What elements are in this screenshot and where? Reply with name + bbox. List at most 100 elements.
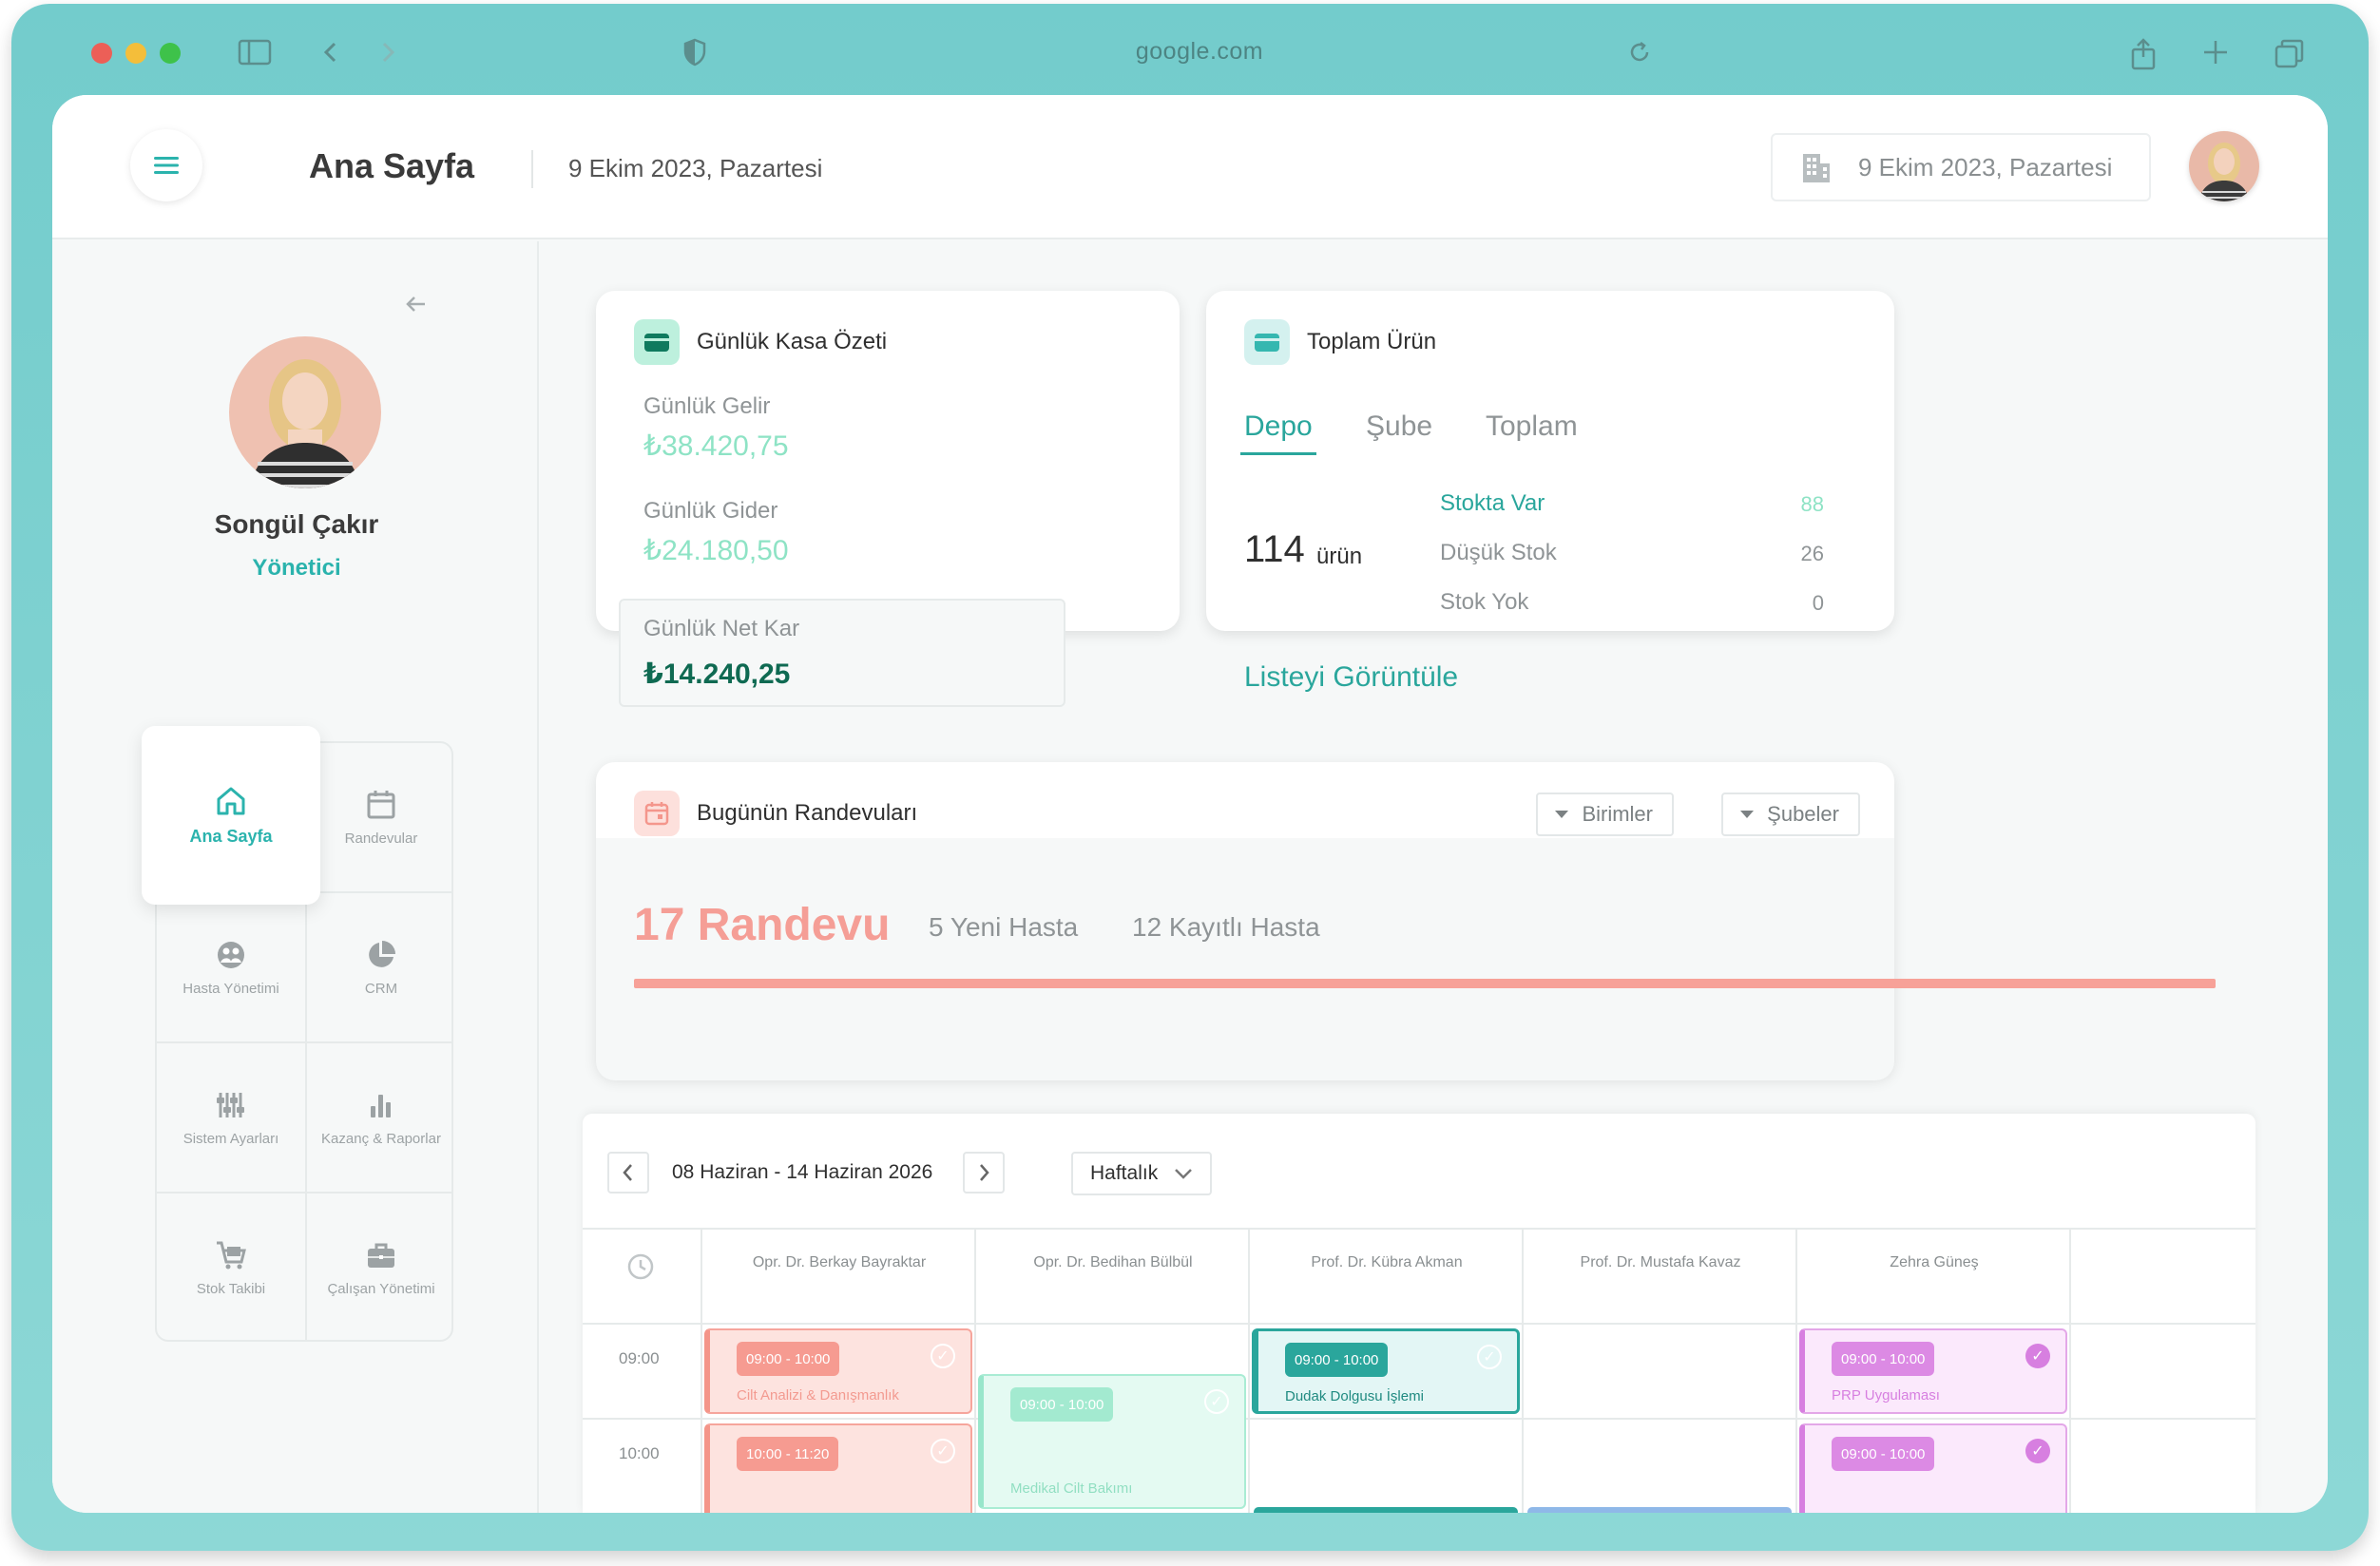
nav-item-label: Hasta Yönetimi (182, 980, 279, 997)
nav-item-label: CRM (364, 980, 398, 997)
back-arrow-icon[interactable] (321, 38, 340, 72)
browser-window: google.com Ana Sayfa 9 Ekim 2023, Pazart… (11, 4, 2369, 1551)
low-stock-value: 26 (1800, 542, 1824, 565)
sidebar: Songül Çakır Yönetici Ana Sayfa Randevul… (52, 241, 539, 1513)
sidebar-toggle-icon[interactable] (238, 38, 272, 72)
stock-available-value: 88 (1800, 492, 1824, 516)
net-profit-box: Günlük Net Kar ₺14.240,25 (619, 599, 1065, 707)
doctor-column-header: Opr. Dr. Bedihan Bülbül (1033, 1254, 1193, 1270)
share-icon[interactable] (2129, 38, 2158, 76)
tab-toplam[interactable]: Toplam (1486, 411, 1578, 443)
chevron-down-icon (1175, 1169, 1193, 1179)
collapse-sidebar-icon[interactable] (404, 291, 429, 320)
cart-icon (217, 1241, 246, 1269)
prev-week-button[interactable] (607, 1152, 649, 1194)
units-filter[interactable]: Birimler (1536, 793, 1674, 836)
event-time: 09:00 - 10:00 (1832, 1437, 1935, 1471)
profile-name: Songül Çakır (214, 509, 379, 539)
nav-item-sistem-ayarlari[interactable]: Sistem Ayarları (157, 1043, 305, 1192)
browser-toolbar: google.com (11, 4, 2369, 95)
branches-filter[interactable]: Şubeler (1721, 793, 1860, 836)
date-range: 08 Haziran - 14 Haziran 2026 (672, 1161, 933, 1183)
grid-line (583, 1228, 2255, 1230)
doctor-column-header: Prof. Dr. Kübra Akman (1311, 1254, 1463, 1270)
maximize-window-button[interactable] (160, 43, 181, 64)
low-stock-label: Düşük Stok (1440, 540, 1557, 565)
appointment-event[interactable]: 09:00 - 10:00 Cilt Analizi & Danışmanlık… (704, 1328, 972, 1414)
expense-label: Günlük Gider (643, 498, 778, 524)
appointment-event[interactable] (1254, 1507, 1518, 1513)
patients-icon (218, 941, 244, 968)
minimize-window-button[interactable] (125, 43, 146, 64)
calendar-icon (367, 790, 395, 818)
event-time: 10:00 - 11:20 (737, 1437, 839, 1471)
net-profit-label: Günlük Net Kar (643, 616, 800, 641)
wallet-icon (634, 319, 680, 365)
view-selector[interactable]: Haftalık (1071, 1152, 1212, 1195)
appointment-event[interactable]: 09:00 - 10:00 Medikal Cilt Bakımı ✓ (978, 1374, 1246, 1509)
tabs-overview-icon[interactable] (2274, 38, 2306, 76)
event-time: 09:00 - 10:00 (1285, 1343, 1389, 1377)
registered-patients-count: 12 Kayıtlı Hasta (1132, 912, 1320, 942)
event-time: 09:00 - 10:00 (737, 1342, 840, 1376)
reload-icon[interactable] (1627, 38, 1652, 72)
briefcase-icon (368, 1243, 394, 1268)
title-divider (531, 150, 533, 188)
nav-item-crm[interactable]: CRM (307, 893, 455, 1041)
appointment-event[interactable]: 09:00 - 10:00 PRP Uygulaması ✓ (1799, 1328, 2067, 1414)
check-icon: ✓ (2025, 1439, 2050, 1463)
doctor-column-header: Opr. Dr. Berkay Bayraktar (752, 1254, 927, 1270)
nav-item-kazanc-raporlar[interactable]: Kazanç & Raporlar (307, 1043, 455, 1192)
check-icon: ✓ (1477, 1345, 1502, 1369)
nav-item-label: Kazanç & Raporlar (321, 1130, 441, 1147)
date-box-text: 9 Ekim 2023, Pazartesi (1858, 152, 2113, 181)
box-icon (1244, 319, 1290, 365)
date-picker-box[interactable]: 9 Ekim 2023, Pazartesi (1771, 133, 2151, 201)
pie-chart-icon (369, 940, 395, 967)
appointments-progress-bar (634, 979, 2216, 988)
caret-down-icon (1740, 811, 1755, 818)
time-label: 10:00 (619, 1444, 660, 1462)
doctor-column-header: Zehra Güneş (1890, 1254, 1979, 1270)
stock-available-label: Stokta Var (1440, 490, 1545, 516)
out-of-stock-label: Stok Yok (1440, 589, 1529, 615)
close-window-button[interactable] (91, 43, 112, 64)
bar-chart-icon (371, 1094, 391, 1117)
view-selector-label: Haftalık (1090, 1162, 1159, 1184)
clock-icon (627, 1253, 654, 1280)
check-icon: ✓ (1204, 1389, 1229, 1414)
header-date: 9 Ekim 2023, Pazartesi (568, 154, 823, 182)
nav-item-ana-sayfa[interactable]: Ana Sayfa (142, 726, 320, 905)
appointment-event[interactable] (1527, 1507, 1792, 1513)
appointment-event[interactable]: 09:00 - 10:00 ✓ (1799, 1423, 2067, 1513)
next-week-button[interactable] (963, 1152, 1005, 1194)
new-patients-count: 5 Yeni Hasta (929, 912, 1079, 942)
building-icon (1803, 154, 1830, 182)
event-time: 09:00 - 10:00 (1832, 1342, 1935, 1376)
hamburger-icon (154, 157, 179, 174)
nav-grid: Ana Sayfa Randevular Hasta Yönetimi CRM … (142, 726, 455, 1342)
tab-sube[interactable]: Şube (1366, 411, 1432, 443)
nav-item-randevular[interactable]: Randevular (307, 743, 455, 891)
shield-icon[interactable] (682, 38, 707, 72)
new-tab-icon[interactable] (2201, 38, 2230, 72)
check-icon: ✓ (931, 1344, 955, 1368)
profile-role: Yönetici (252, 555, 341, 581)
appointment-event[interactable]: 10:00 - 11:20 ✓ (704, 1423, 972, 1513)
menu-button[interactable] (130, 129, 202, 201)
address-bar[interactable]: google.com (1104, 38, 1295, 66)
product-count: 114 (1244, 528, 1305, 570)
event-title: PRP Uygulaması (1832, 1387, 1940, 1404)
chevron-right-icon (980, 1164, 989, 1181)
forward-arrow-icon[interactable] (378, 38, 397, 72)
tab-depo[interactable]: Depo (1244, 411, 1313, 443)
view-list-link[interactable]: Listeyi Görüntüle (1244, 661, 1458, 694)
nav-item-calisan-yonetimi[interactable]: Çalışan Yönetimi (307, 1194, 455, 1342)
time-label: 09:00 (619, 1349, 660, 1367)
appointment-event[interactable]: 09:00 - 10:00 Dudak Dolgusu İşlemi ✓ (1252, 1328, 1520, 1414)
top-bar: Ana Sayfa 9 Ekim 2023, Pazartesi 9 Ekim … (52, 95, 2328, 239)
total-products-card: Toplam Ürün Depo Şube Toplam 114 ürün St… (1206, 291, 1894, 693)
nav-item-hasta-yonetimi[interactable]: Hasta Yönetimi (157, 893, 305, 1041)
user-avatar[interactable] (2189, 131, 2259, 201)
nav-item-stok-takibi[interactable]: Stok Takibi (157, 1194, 305, 1342)
